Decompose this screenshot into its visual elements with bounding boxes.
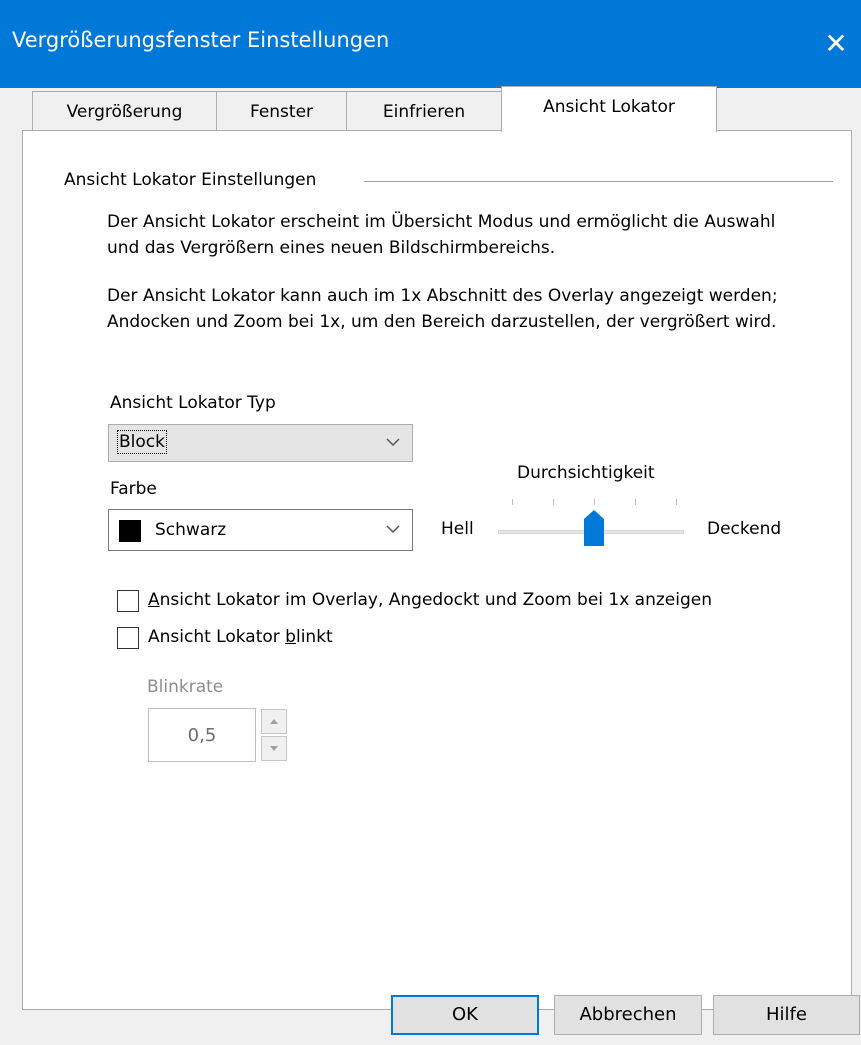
window-title: Vergrößerungsfenster Einstellungen (12, 28, 390, 52)
tab-einfrieren[interactable]: Einfrieren (346, 91, 502, 131)
color-combobox[interactable]: Schwarz (108, 509, 413, 551)
tab-fenster[interactable]: Fenster (216, 91, 347, 131)
tab-label: Ansicht Lokator (543, 97, 675, 117)
color-combo-label: Farbe (110, 479, 157, 499)
slider-tick (594, 499, 595, 505)
spin-up-button[interactable] (261, 709, 287, 734)
help-button[interactable]: Hilfe (713, 995, 860, 1035)
slider-max-label: Deckend (707, 519, 782, 539)
blink-checkbox-label[interactable]: Ansicht Lokator blinkt (148, 627, 333, 647)
color-swatch (119, 520, 141, 542)
label-text: nsicht Lokator im Overlay, Angedockt und… (159, 590, 713, 610)
slider-min-label: Hell (441, 519, 474, 539)
type-combo-value: Block (117, 430, 167, 454)
group-title: Ansicht Lokator Einstellungen (64, 170, 317, 190)
blink-rate-input[interactable]: 0,5 (148, 708, 256, 762)
label-text: Ansicht Lokator (148, 627, 286, 647)
spin-down-button[interactable] (261, 736, 287, 761)
color-combo-value: Schwarz (155, 520, 227, 540)
transparency-slider-thumb[interactable] (584, 510, 604, 546)
chevron-down-icon (386, 438, 400, 447)
slider-tick (635, 499, 636, 505)
slider-tick (512, 499, 513, 505)
type-combobox[interactable]: Block (108, 424, 413, 462)
label-text: linkt (295, 627, 333, 647)
description-paragraph-2: Der Ansicht Lokator kann auch im 1x Absc… (107, 286, 778, 332)
close-icon: ✕ (824, 27, 848, 60)
close-button[interactable]: ✕ (811, 20, 861, 68)
type-combo-label: Ansicht Lokator Typ (110, 393, 276, 413)
chevron-down-icon (386, 525, 400, 534)
description-paragraph-1: Der Ansicht Lokator erscheint im Übersic… (107, 212, 776, 258)
tab-label: Einfrieren (382, 102, 466, 122)
mnemonic-letter: A (148, 590, 160, 610)
tab-vergroesserung[interactable]: Vergrößerung (32, 91, 217, 131)
tab-ansicht-lokator[interactable]: Ansicht Lokator (501, 86, 717, 132)
caret-down-icon (270, 746, 278, 751)
cancel-button[interactable]: Abbrechen (554, 995, 702, 1035)
overlay-checkbox[interactable] (117, 590, 139, 612)
slider-tick (676, 499, 677, 505)
ok-button[interactable]: OK (391, 995, 539, 1035)
caret-up-icon (270, 719, 278, 724)
title-bar: Vergrößerungsfenster Einstellungen ✕ (0, 0, 861, 88)
transparency-label: Durchsichtigkeit (517, 463, 655, 483)
overlay-checkbox-label[interactable]: Ansicht Lokator im Overlay, Angedockt un… (148, 590, 712, 610)
blink-checkbox[interactable] (117, 627, 139, 649)
slider-tick (553, 499, 554, 505)
tab-label: Vergrößerung (66, 102, 183, 122)
tab-panel (22, 130, 852, 1010)
mnemonic-letter: b (285, 627, 296, 647)
blink-rate-label: Blinkrate (147, 677, 224, 697)
tab-label: Fenster (249, 102, 314, 122)
group-divider (364, 181, 833, 182)
